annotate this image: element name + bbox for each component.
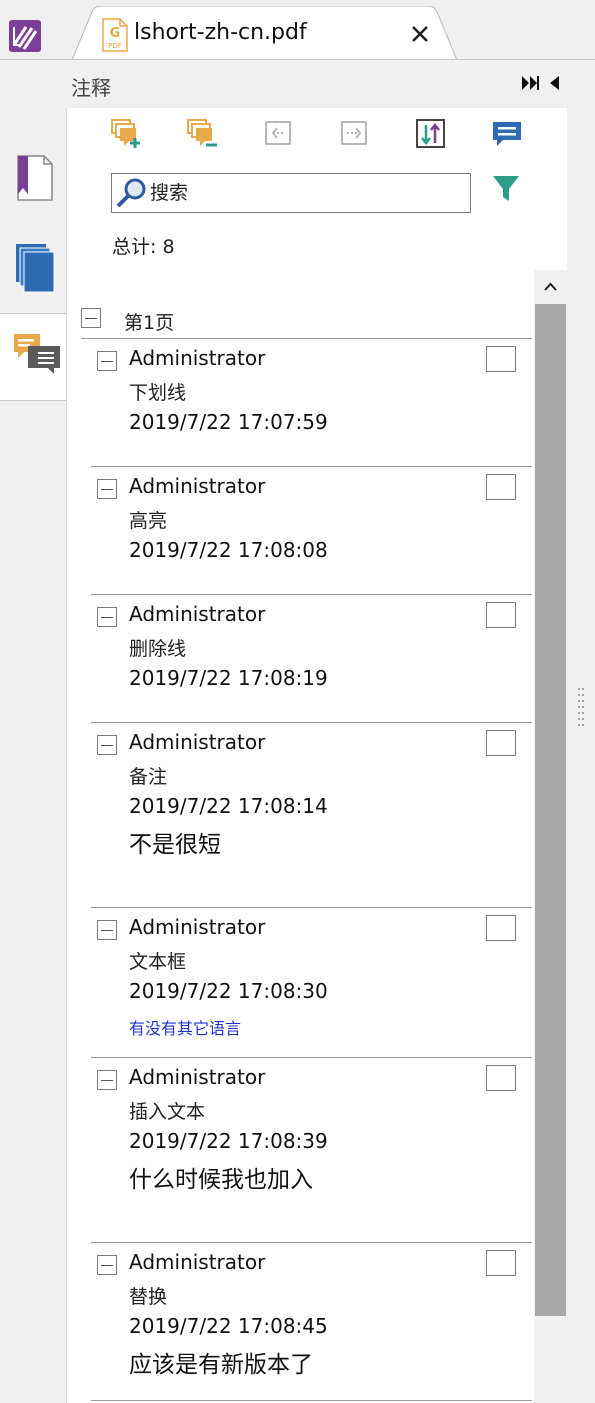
pdf-file-icon: G PDF: [102, 18, 128, 52]
annotation-author: Administrator: [129, 1250, 266, 1274]
panel-edge: [567, 108, 595, 1403]
panel-header: 注释: [66, 60, 595, 108]
annotation-checkbox[interactable]: [486, 915, 516, 941]
search-icon: [116, 178, 146, 208]
page-label: 第1页: [124, 312, 175, 334]
title-bar: G PDF lshort-zh-cn.pdf: [0, 0, 595, 60]
side-navigation: [0, 60, 67, 1403]
annotation-item[interactable]: Administrator 高亮 2019/7/22 17:08:08: [91, 467, 532, 595]
annotations-panel-button[interactable]: [0, 313, 67, 401]
annotation-time: 2019/7/22 17:08:14: [129, 794, 328, 818]
annotation-item[interactable]: Administrator 下划线 2019/7/22 17:07:59: [91, 339, 532, 467]
comment-icon[interactable]: [491, 118, 523, 150]
collapse-toggle[interactable]: [97, 1255, 117, 1275]
annotation-author: Administrator: [129, 915, 266, 939]
annotation-checkbox[interactable]: [486, 1250, 516, 1276]
annotation-count: 总计: 8: [112, 236, 175, 258]
import-icon[interactable]: [263, 118, 295, 150]
annotation-item[interactable]: Administrator 备注 2019/7/22 17:08:14 不是很短: [91, 723, 532, 908]
bookmark-panel-button[interactable]: [0, 136, 66, 222]
pages-panel-button[interactable]: [0, 224, 66, 310]
annotation-checkbox[interactable]: [486, 474, 516, 500]
svg-text:PDF: PDF: [108, 42, 122, 50]
annotation-panel: 总计: 8 第1页 Administrator 下划线 2019/7/22 17…: [66, 108, 568, 1403]
close-icon[interactable]: [409, 23, 431, 45]
collapse-toggle[interactable]: [97, 479, 117, 499]
collapse-toggle[interactable]: [81, 308, 101, 328]
pages-icon: [16, 244, 55, 293]
annotation-checkbox[interactable]: [486, 730, 516, 756]
filter-icon[interactable]: [492, 174, 520, 204]
panel-title: 注释: [71, 76, 111, 100]
svg-text:G: G: [110, 26, 121, 41]
bookmark-icon: [17, 155, 53, 201]
annotation-type: 下划线: [129, 382, 187, 404]
annotations-icon: [14, 334, 60, 374]
page-group-header[interactable]: 第1页: [81, 306, 532, 339]
annotation-type: 替换: [129, 1286, 168, 1308]
vertical-scrollbar[interactable]: [534, 270, 567, 1403]
annotation-time: 2019/7/22 17:08:08: [129, 538, 328, 562]
annotation-author: Administrator: [129, 730, 266, 754]
annotation-author: Administrator: [129, 346, 266, 370]
annotation-comment: 有没有其它语言: [129, 1019, 242, 1038]
search-box[interactable]: [111, 173, 471, 213]
annotation-author: Administrator: [129, 1065, 266, 1089]
annotation-checkbox[interactable]: [486, 1065, 516, 1091]
collapse-panel-icon[interactable]: [548, 75, 560, 91]
annotation-checkbox[interactable]: [486, 602, 516, 628]
annotation-type: 删除线: [129, 638, 187, 660]
collapse-toggle[interactable]: [97, 1070, 117, 1090]
scroll-up-icon[interactable]: [534, 270, 567, 304]
annotation-checkbox[interactable]: [486, 346, 516, 372]
annotation-type: 文本框: [129, 951, 187, 973]
annotation-type: 备注: [129, 766, 168, 788]
app-logo-icon[interactable]: [8, 19, 42, 53]
delete-annotation-icon[interactable]: [187, 118, 219, 150]
annotation-item[interactable]: Administrator 删除线 2019/7/22 17:08:19: [91, 595, 532, 723]
annotation-time: 2019/7/22 17:08:39: [129, 1129, 328, 1153]
annotation-time: 2019/7/22 17:07:59: [129, 410, 328, 434]
annotation-time: 2019/7/22 17:08:30: [129, 979, 328, 1003]
collapse-toggle[interactable]: [97, 607, 117, 627]
annotation-type: 高亮: [129, 510, 168, 532]
annotation-time: 2019/7/22 17:08:19: [129, 666, 328, 690]
annotation-author: Administrator: [129, 602, 266, 626]
resize-grip-icon[interactable]: [577, 686, 585, 730]
export-icon[interactable]: [339, 118, 371, 150]
annotation-time: 2019/7/22 17:08:45: [129, 1314, 328, 1338]
tab-title: lshort-zh-cn.pdf: [134, 20, 307, 45]
document-tab[interactable]: G PDF lshort-zh-cn.pdf: [72, 6, 457, 60]
annotation-comment: 什么时候我也加入: [129, 1167, 313, 1193]
collapse-toggle[interactable]: [97, 920, 117, 940]
collapse-toggle[interactable]: [97, 351, 117, 371]
annotation-comment: 应该是有新版本了: [129, 1352, 313, 1378]
annotation-item[interactable]: Administrator 替换 2019/7/22 17:08:45 应该是有…: [91, 1243, 532, 1401]
sort-icon[interactable]: [415, 118, 447, 150]
annotation-item[interactable]: Administrator 文本框 2019/7/22 17:08:30 有没有…: [91, 908, 532, 1058]
annotation-comment: 不是很短: [129, 832, 221, 858]
search-input[interactable]: [148, 179, 462, 207]
add-annotation-icon[interactable]: [111, 118, 143, 150]
collapse-toggle[interactable]: [97, 735, 117, 755]
annotation-item[interactable]: Administrator 插入文本 2019/7/22 17:08:39 什么…: [91, 1058, 532, 1243]
annotation-author: Administrator: [129, 474, 266, 498]
annotation-type: 插入文本: [129, 1101, 206, 1123]
expand-panel-icon[interactable]: [521, 75, 539, 91]
scrollbar-thumb[interactable]: [535, 304, 566, 1316]
